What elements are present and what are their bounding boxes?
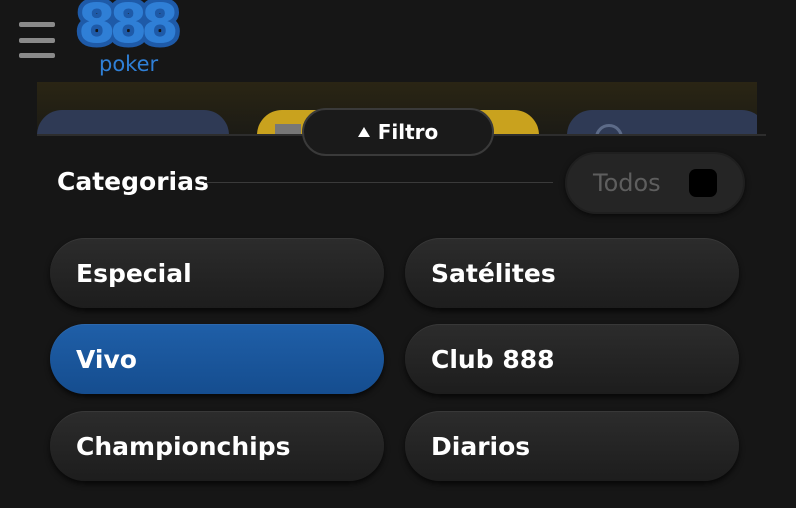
card-ring-icon [595,124,623,134]
category-button-satelites[interactable]: Satélites [405,238,739,308]
divider-line [204,182,553,183]
card-mark-icon [275,124,301,134]
category-button-championchips[interactable]: Championchips [50,411,384,481]
category-button-diarios[interactable]: Diarios [405,411,739,481]
triangle-up-icon [357,127,370,137]
select-all-checkbox[interactable] [689,169,717,197]
page: 888 888 poker Filtro Categorias Todos Es… [0,0,796,508]
categories-header: Categorias Todos [57,152,747,214]
menu-bar [19,53,55,58]
category-button-vivo[interactable]: Vivo [50,324,384,394]
category-button-club-888[interactable]: Club 888 [405,324,739,394]
filter-toggle-label: Filtro [377,120,439,144]
category-label: Diarios [431,431,531,461]
tournament-card[interactable] [37,110,229,134]
tournament-card[interactable] [567,110,757,134]
menu-bar [19,22,55,27]
category-label: Championchips [76,431,291,461]
logo-digits: 888 [78,0,179,55]
select-all-toggle[interactable]: Todos [565,152,745,214]
category-button-especial[interactable]: Especial [50,238,384,308]
category-label: Satélites [431,258,556,288]
categories-title: Categorias [57,167,209,196]
filter-toggle-button[interactable]: Filtro [302,108,494,156]
select-all-label: Todos [593,169,661,197]
logo-word: poker [99,52,159,76]
category-label: Especial [76,258,192,288]
category-label: Vivo [76,344,137,374]
hamburger-menu-icon[interactable] [19,22,55,58]
888poker-logo[interactable]: 888 888 poker [74,0,184,78]
menu-bar [19,37,55,43]
category-label: Club 888 [431,344,555,374]
